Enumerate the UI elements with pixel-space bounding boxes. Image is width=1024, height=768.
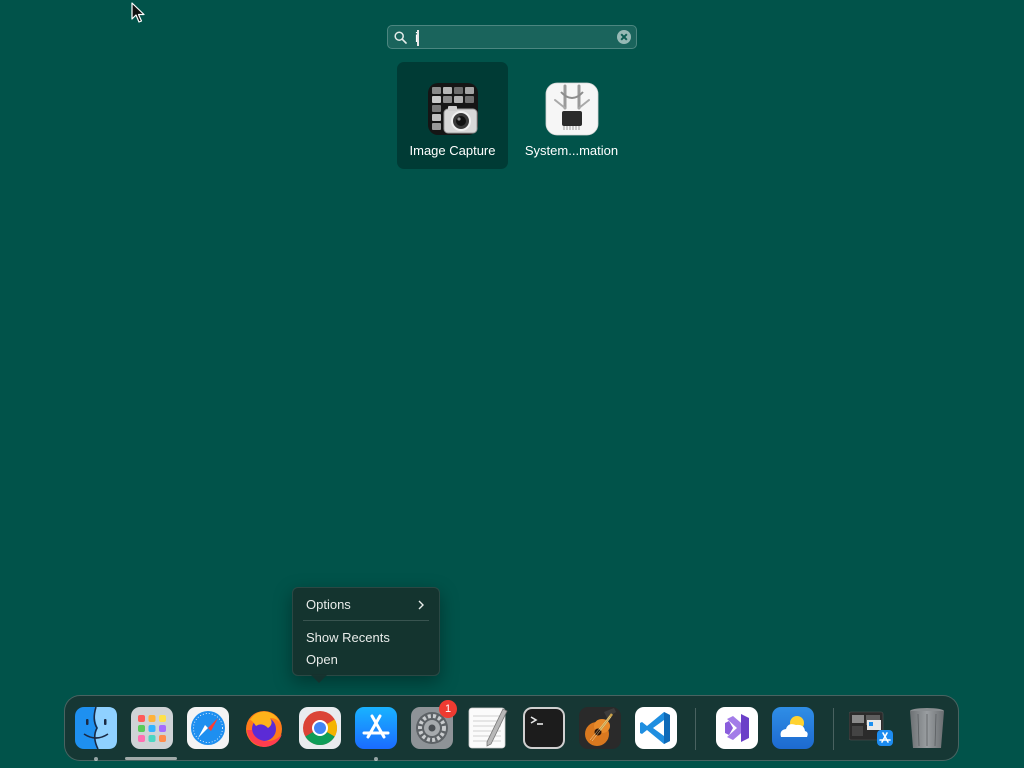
result-label: Image Capture xyxy=(409,143,496,158)
image-capture-icon xyxy=(428,83,478,135)
menu-item-options[interactable]: Options xyxy=(306,596,429,614)
launchpad-icon xyxy=(131,707,173,749)
dock-item-trash[interactable] xyxy=(905,706,949,750)
notification-badge: 1 xyxy=(439,700,457,718)
menu-item-label: Open xyxy=(306,652,338,667)
result-image-capture[interactable]: Image Capture xyxy=(397,62,508,169)
dock-item-system-preferences[interactable]: 1 xyxy=(410,700,457,750)
dock: 1 xyxy=(64,695,959,761)
result-label: System...mation xyxy=(524,143,619,158)
system-information-icon xyxy=(545,82,599,136)
dock-item-app-store[interactable] xyxy=(354,706,398,750)
menu-item-open[interactable]: Open xyxy=(306,651,429,669)
visual-studio-icon xyxy=(716,707,758,749)
menu-item-label: Options xyxy=(306,597,351,612)
garageband-icon xyxy=(579,707,621,749)
dock-item-garageband[interactable] xyxy=(578,706,622,750)
finder-icon xyxy=(75,706,117,750)
launchpad-search-field[interactable]: i xyxy=(387,25,637,49)
dock-item-chrome[interactable] xyxy=(298,706,342,750)
trash-icon xyxy=(910,708,944,748)
menu-item-label: Show Recents xyxy=(306,630,390,645)
chrome-icon xyxy=(299,707,341,749)
dock-item-vscode[interactable] xyxy=(634,706,678,750)
dock-item-finder[interactable] xyxy=(74,706,118,750)
dock-divider xyxy=(833,708,834,750)
safari-icon xyxy=(187,707,229,749)
dock-item-launchpad[interactable] xyxy=(130,706,174,750)
dock-item-textedit[interactable] xyxy=(466,706,510,750)
dock-item-safari[interactable] xyxy=(186,706,230,750)
menu-pointer xyxy=(310,674,328,683)
app-store-icon xyxy=(355,707,397,749)
dock-context-menu: Options Show Recents Open xyxy=(292,587,440,676)
menu-separator xyxy=(303,620,429,621)
text-caret xyxy=(417,30,419,46)
terminal-icon xyxy=(523,707,565,749)
dock-divider xyxy=(695,708,696,750)
dock-item-firefox[interactable] xyxy=(242,706,286,750)
textedit-icon xyxy=(468,707,508,749)
firefox-icon xyxy=(246,711,282,747)
clear-search-button[interactable] xyxy=(617,30,631,44)
vscode-icon xyxy=(635,707,677,749)
dock-item-downloads-stack[interactable] xyxy=(849,706,893,750)
launchpad-screen: i Image Capture xyxy=(0,0,1024,768)
downloads-stack-icon xyxy=(849,711,893,746)
chevron-right-icon xyxy=(418,600,424,610)
running-indicator xyxy=(94,757,98,761)
dock-scroll-indicator xyxy=(125,757,177,760)
menu-item-show-recents[interactable]: Show Recents xyxy=(306,629,429,647)
search-icon xyxy=(394,31,407,44)
weather-icon xyxy=(772,707,814,749)
mouse-pointer-icon xyxy=(131,2,145,23)
result-system-information[interactable]: System...mation xyxy=(516,62,627,169)
dock-item-terminal[interactable] xyxy=(522,706,566,750)
running-indicator xyxy=(374,757,378,761)
dock-item-visual-studio[interactable] xyxy=(715,706,759,750)
dock-item-weather[interactable] xyxy=(771,706,815,750)
